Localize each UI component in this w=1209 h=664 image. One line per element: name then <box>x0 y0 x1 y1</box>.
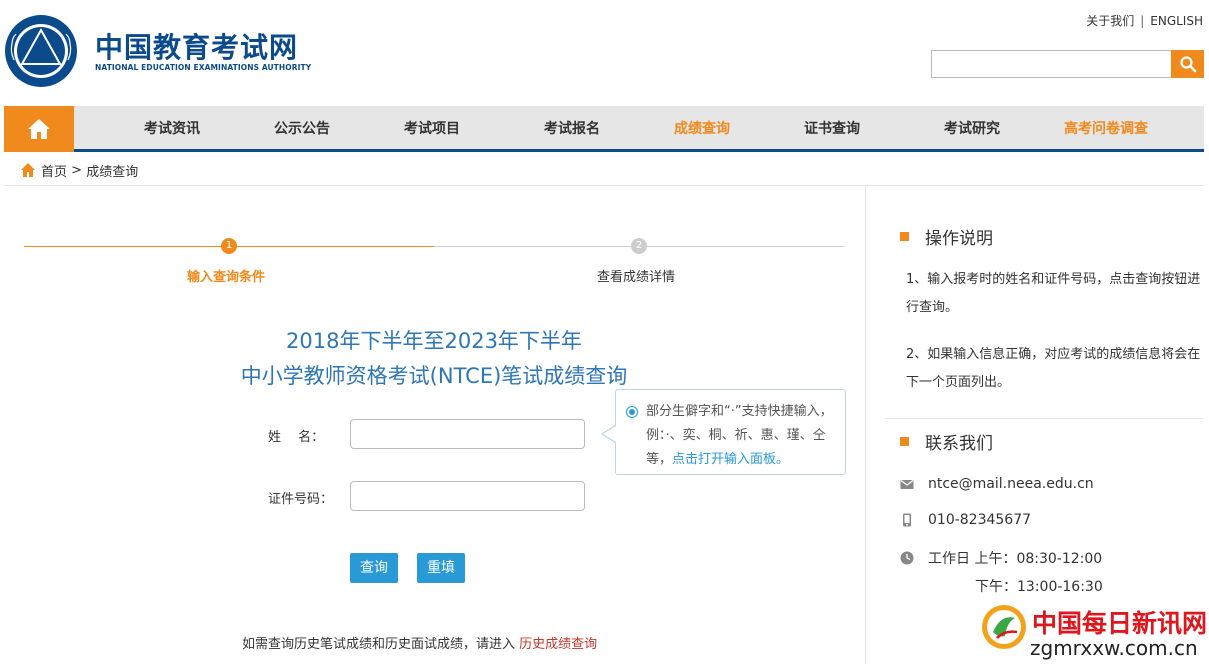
english-link[interactable]: ENGLISH <box>1150 14 1203 28</box>
breadcrumb-home-icon <box>21 163 35 177</box>
nav-item-score-query[interactable]: 成绩查询 <box>674 106 730 152</box>
neea-emblem-icon[interactable] <box>4 14 78 88</box>
query-button[interactable]: 查询 <box>350 553 398 583</box>
mail-icon <box>900 480 914 489</box>
nav-item-exam-news[interactable]: 考试资讯 <box>144 106 200 152</box>
watermark-cn: 中国每日新讯网 <box>1032 609 1208 638</box>
name-label: 姓 名： <box>268 430 325 445</box>
breadcrumb: 首页 > 成绩查询 <box>20 160 138 180</box>
nav-item-gaokao-survey[interactable]: 高考问卷调查 <box>1064 106 1148 152</box>
sidebar-section-divider <box>885 418 1203 419</box>
about-link[interactable]: 关于我们 <box>1086 12 1134 29</box>
instruction-2: 2、如果输入信息正确，对应考试的成绩信息将会在下一个页面列出。 <box>906 347 1201 390</box>
input-tip-box: 部分生僻字和“·”支持快捷输入，例：·、奕、桐、祈、惠、瑾、仝等，点击打开输入面… <box>615 389 846 475</box>
contact-hours: 工作日 上午：08:30-12:00 <box>900 548 1102 568</box>
instruction-1: 1、输入报考时的姓名和证件号码，点击查询按钮进行查询。 <box>906 272 1201 315</box>
contact-hours-line2: 下午：13:00-16:30 <box>975 579 1103 595</box>
id-number-input[interactable] <box>350 481 585 511</box>
nav-item-exam-projects[interactable]: 考试项目 <box>404 106 460 152</box>
site-header: 中国教育考试网 NATIONAL EDUCATION EXAMINATIONS … <box>0 0 1209 106</box>
step-2-dot: 2 <box>631 238 647 254</box>
top-links: 关于我们 | ENGLISH <box>1086 12 1203 29</box>
main-nav: 考试资讯 公示公告 考试项目 考试报名 成绩查询 证书查询 考试研究 高考问卷调… <box>4 106 1204 152</box>
nav-home-button[interactable] <box>4 106 74 152</box>
search-icon <box>1179 56 1196 73</box>
contact-hours-line1: 工作日 上午：08:30-12:00 <box>928 551 1103 567</box>
content-divider <box>4 185 1204 186</box>
nav-item-registration[interactable]: 考试报名 <box>544 106 600 152</box>
sidebar-divider <box>865 186 866 664</box>
contact-email: ntce@mail.neea.edu.cn <box>900 476 1094 492</box>
history-note-text: 如需查询历史笔试成绩和历史面试成绩，请进入 <box>242 637 520 652</box>
step-1-label: 输入查询条件 <box>187 270 266 285</box>
reset-button[interactable]: 重填 <box>417 553 465 583</box>
home-icon <box>28 119 50 139</box>
top-links-separator: | <box>1140 14 1145 28</box>
tip-radio-icon <box>626 406 638 418</box>
name-input[interactable] <box>350 419 585 449</box>
search-input[interactable] <box>931 50 1171 78</box>
breadcrumb-home[interactable]: 首页 <box>41 161 67 180</box>
nav-item-announcements[interactable]: 公示公告 <box>274 106 330 152</box>
contact-phone-text: 010-82345677 <box>928 512 1032 528</box>
nav-item-certificate-query[interactable]: 证书查询 <box>804 106 860 152</box>
site-logo-title[interactable]: 中国教育考试网 <box>95 26 298 66</box>
open-input-panel-link[interactable]: 点击打开输入面板。 <box>672 452 789 467</box>
instructions-title: 操作说明 <box>925 229 993 249</box>
search-button[interactable] <box>1171 50 1204 78</box>
clock-icon <box>900 551 914 565</box>
instructions-heading: 操作说明 <box>900 224 993 249</box>
history-note: 如需查询历史笔试成绩和历史面试成绩，请进入 历史成绩查询 <box>242 633 597 652</box>
step-2-label: 查看成绩详情 <box>597 270 676 285</box>
id-number-label: 证件号码： <box>268 492 334 507</box>
heading-square-icon <box>900 232 909 241</box>
contact-heading: 联系我们 <box>900 429 993 454</box>
contact-title: 联系我们 <box>925 434 993 454</box>
site-logo-subtitle: NATIONAL EDUCATION EXAMINATIONS AUTHORIT… <box>95 63 312 72</box>
contact-email-text[interactable]: ntce@mail.neea.edu.cn <box>928 476 1094 492</box>
watermark-en: zgmrxxw.com.cn <box>1030 636 1198 660</box>
breadcrumb-current: 成绩查询 <box>86 164 139 180</box>
page-title-line1: 2018年下半年至2023年下半年 <box>286 329 582 353</box>
history-score-link[interactable]: 历史成绩查询 <box>519 637 597 652</box>
nav-item-exam-research[interactable]: 考试研究 <box>944 106 1000 152</box>
phone-icon <box>903 513 911 527</box>
step-1-dot: 1 <box>221 238 237 254</box>
page-title-line2: 中小学教师资格考试(NTCE)笔试成绩查询 <box>240 364 628 388</box>
breadcrumb-separator: > <box>67 162 87 178</box>
contact-phone: 010-82345677 <box>900 512 1031 528</box>
tip-arrow-inner <box>603 426 616 442</box>
heading-square-icon <box>900 437 909 446</box>
watermark-logo-icon <box>982 605 1026 649</box>
